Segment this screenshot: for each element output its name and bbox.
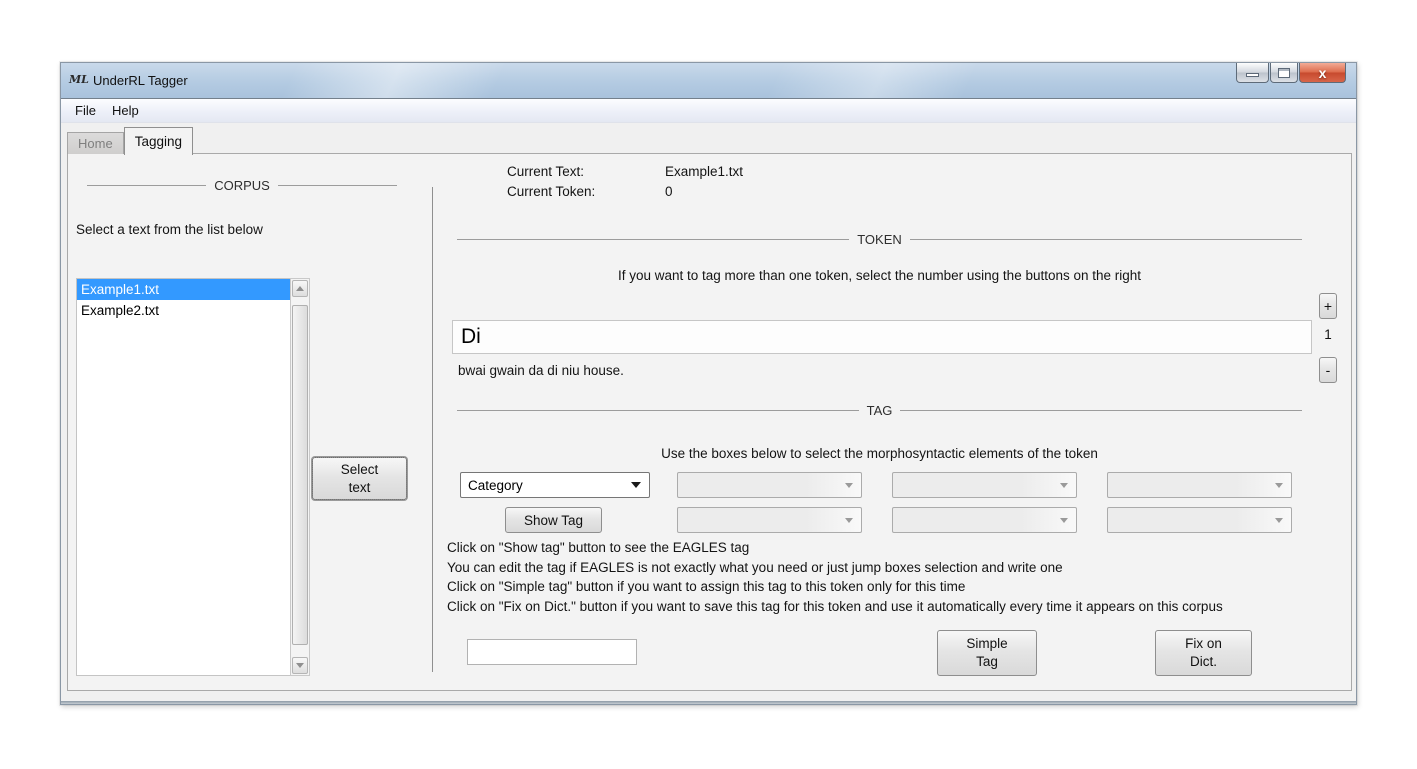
morph-dropdown-6 [1107,507,1292,533]
morph-dropdown-5 [892,507,1077,533]
scrollbar-thumb[interactable] [292,305,308,645]
tag-help-text: Click on "Show tag" button to see the EA… [447,538,1223,616]
category-dropdown-value: Category [468,478,523,493]
help-line-2: You can edit the tag if EAGLES is not ex… [447,560,1063,575]
separator-line [87,185,206,186]
corpus-group-title: CORPUS [214,178,270,193]
token-context-text: bwai gwain da di niu house. [458,363,624,378]
tagging-panel: CORPUS Select a text from the list below… [67,153,1352,691]
scroll-down-button[interactable] [292,657,308,674]
tab-strip: Home Tagging [67,125,193,154]
scroll-down-icon [296,663,304,668]
chevron-down-icon [1275,483,1283,488]
list-item-example2[interactable]: Example2.txt [77,300,290,321]
minimize-icon [1246,73,1259,77]
help-line-1: Click on "Show tag" button to see the EA… [447,540,749,555]
token-count-increment-button[interactable]: + [1319,293,1337,319]
manual-tag-input[interactable] [467,639,637,665]
current-text-value: Example1.txt [665,164,743,179]
help-line-4: Click on "Fix on Dict." button if you wa… [447,599,1223,614]
separator-line [457,239,849,240]
title-bar[interactable]: ML UnderRL Tagger x [61,63,1356,99]
file-listbox: Example1.txt Example2.txt [76,278,290,676]
current-token-value: 0 [665,184,673,199]
chevron-down-icon [845,518,853,523]
separator-line [910,239,1302,240]
morph-dropdown-1 [677,472,862,498]
minimize-button[interactable] [1236,63,1269,83]
category-dropdown[interactable]: Category [460,472,650,498]
show-tag-button[interactable]: Show Tag [505,507,602,533]
morph-dropdown-4 [677,507,862,533]
tag-group-header: TAG [457,403,1302,418]
menu-bar: File Help [61,99,1356,123]
separator-line [900,410,1302,411]
current-text-label: Current Text: [507,164,584,179]
chevron-down-icon [1060,483,1068,488]
panel-divider [432,187,433,672]
morph-dropdown-2 [892,472,1077,498]
separator-line [457,410,859,411]
morph-dropdown-3 [1107,472,1292,498]
maximize-icon [1278,68,1290,78]
maximize-button[interactable] [1270,63,1298,83]
token-count-value: 1 [1319,327,1337,342]
separator-line [278,185,397,186]
scroll-up-button[interactable] [292,280,308,297]
list-scrollbar[interactable] [290,278,310,676]
chevron-down-icon [1060,518,1068,523]
tab-home[interactable]: Home [67,132,124,154]
token-group-header: TOKEN [457,232,1302,247]
tag-instruction: Use the boxes below to select the morpho… [457,446,1302,461]
scroll-up-icon [296,286,304,291]
tab-tagging[interactable]: Tagging [124,127,193,155]
chevron-down-icon [631,482,641,488]
menu-file[interactable]: File [67,100,104,121]
token-input[interactable] [452,320,1312,354]
close-button[interactable]: x [1299,63,1346,83]
app-window: ML UnderRL Tagger x File Help Home Taggi… [60,62,1357,705]
current-token-label: Current Token: [507,184,595,199]
help-line-3: Click on "Simple tag" button if you want… [447,579,965,594]
window-title: UnderRL Tagger [93,73,188,88]
token-instruction: If you want to tag more than one token, … [457,268,1302,283]
select-text-button[interactable]: Select text [312,457,407,500]
chevron-down-icon [1275,518,1283,523]
token-count-decrement-button[interactable]: - [1319,357,1337,383]
tag-group-title: TAG [867,403,893,418]
token-group-title: TOKEN [857,232,902,247]
list-item-example1[interactable]: Example1.txt [77,279,290,300]
chevron-down-icon [845,483,853,488]
fix-on-dict-button[interactable]: Fix on Dict. [1155,630,1252,676]
close-icon: x [1319,64,1327,82]
simple-tag-button[interactable]: Simple Tag [937,630,1037,676]
window-controls: x [1235,63,1346,83]
corpus-group-header: CORPUS [87,178,397,193]
corpus-instruction: Select a text from the list below [76,222,263,237]
app-logo-icon: ML [69,72,87,90]
menu-help[interactable]: Help [104,100,147,121]
